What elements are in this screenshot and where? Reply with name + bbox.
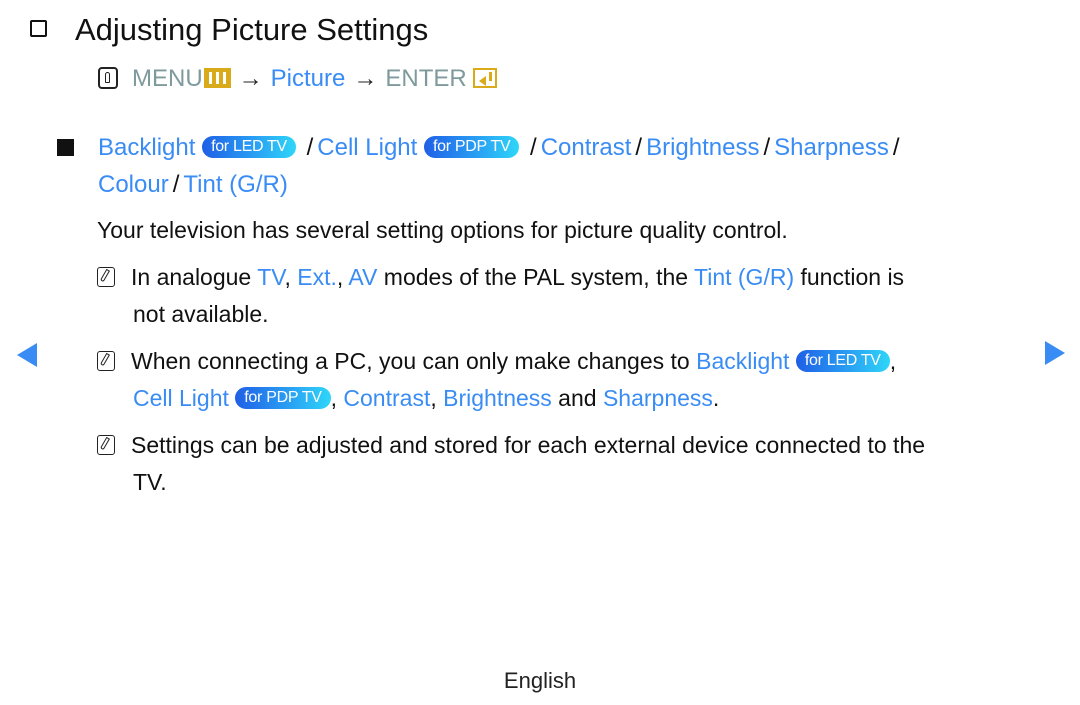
note-text: , [284, 264, 298, 290]
section-heading-line1: Backlight for LED TV / Cell Light for PDP… [98, 131, 904, 165]
note-text: , [430, 385, 444, 411]
enter-button-icon [472, 68, 497, 88]
led-tv-badge: for LED TV [202, 136, 296, 158]
av-link[interactable]: AV [348, 264, 377, 290]
next-page-arrow-icon[interactable] [1045, 341, 1065, 365]
section-heading-line2: Colour / Tint (G/R) [98, 168, 288, 202]
description: Your television has several setting opti… [97, 217, 788, 243]
note-text: When connecting a PC, you can only make … [131, 348, 697, 374]
bullet-square-icon [57, 139, 74, 156]
note-2: When connecting a PC, you can only make … [97, 344, 896, 378]
note-icon [97, 435, 115, 455]
sharpness-link[interactable]: Sharpness [603, 385, 713, 411]
pdp-tv-badge: for PDP TV [235, 387, 331, 409]
pdp-tv-badge: for PDP TV [424, 136, 520, 158]
separator: / [530, 134, 537, 161]
language-footer: English [503, 668, 577, 693]
arrow-icon: → [353, 65, 378, 92]
note-text: , [889, 348, 897, 374]
tint-link[interactable]: Tint (G/R) [183, 171, 287, 198]
separator: / [172, 171, 180, 198]
note-icon [97, 267, 115, 287]
menu-button-icon [203, 68, 231, 88]
ext-link[interactable]: Ext. [297, 264, 337, 290]
led-tv-badge: for LED TV [795, 350, 890, 372]
menu-label: MENU [132, 65, 203, 92]
note-2-continuation: Cell Light for PDP TV, Contrast, Brightn… [133, 381, 719, 415]
note-icon [97, 351, 115, 371]
page-title: Adjusting Picture Settings [30, 8, 428, 52]
separator: / [635, 134, 643, 161]
contrast-link[interactable]: Contrast [343, 385, 430, 411]
note-text: In analogue [131, 264, 258, 290]
note-text: modes of the PAL system, the [377, 264, 695, 290]
note-3: Settings can be adjusted and stored for … [97, 428, 925, 462]
arrow-icon: → [238, 65, 263, 92]
separator: / [306, 134, 314, 161]
colour-link[interactable]: Colour [98, 171, 169, 198]
note-text: function is [794, 264, 905, 290]
page-title-text: Adjusting Picture Settings [75, 12, 429, 47]
note-text: , [330, 385, 344, 411]
tv-link[interactable]: TV [257, 264, 284, 290]
checkbox-icon [30, 20, 47, 37]
note-text: . [712, 385, 720, 411]
backlight-link[interactable]: Backlight [98, 134, 195, 161]
backlight-link[interactable]: Backlight [696, 348, 789, 374]
cell-light-link[interactable]: Cell Light [133, 385, 229, 411]
note-1-continuation: not available. [133, 301, 269, 327]
separator: / [892, 134, 900, 161]
brightness-link[interactable]: Brightness [443, 385, 552, 411]
previous-page-arrow-icon[interactable] [17, 343, 37, 367]
sharpness-link[interactable]: Sharpness [774, 134, 889, 161]
tint-link[interactable]: Tint (G/R) [694, 264, 794, 290]
menu-path: MENU → Picture → ENTER [98, 62, 497, 96]
enter-label: ENTER [385, 65, 467, 92]
cell-light-link[interactable]: Cell Light [317, 134, 417, 161]
note-text: , [336, 264, 349, 290]
picture-link[interactable]: Picture [271, 65, 346, 92]
note-3-continuation: TV. [133, 469, 167, 495]
note-text: and [551, 385, 603, 411]
brightness-link[interactable]: Brightness [646, 134, 759, 161]
touch-hand-icon [98, 67, 118, 89]
note-1: In analogue TV, Ext., AV modes of the PA… [97, 260, 904, 294]
contrast-link[interactable]: Contrast [541, 134, 632, 161]
separator: / [763, 134, 771, 161]
note-text: Settings can be adjusted and stored for … [131, 432, 926, 458]
